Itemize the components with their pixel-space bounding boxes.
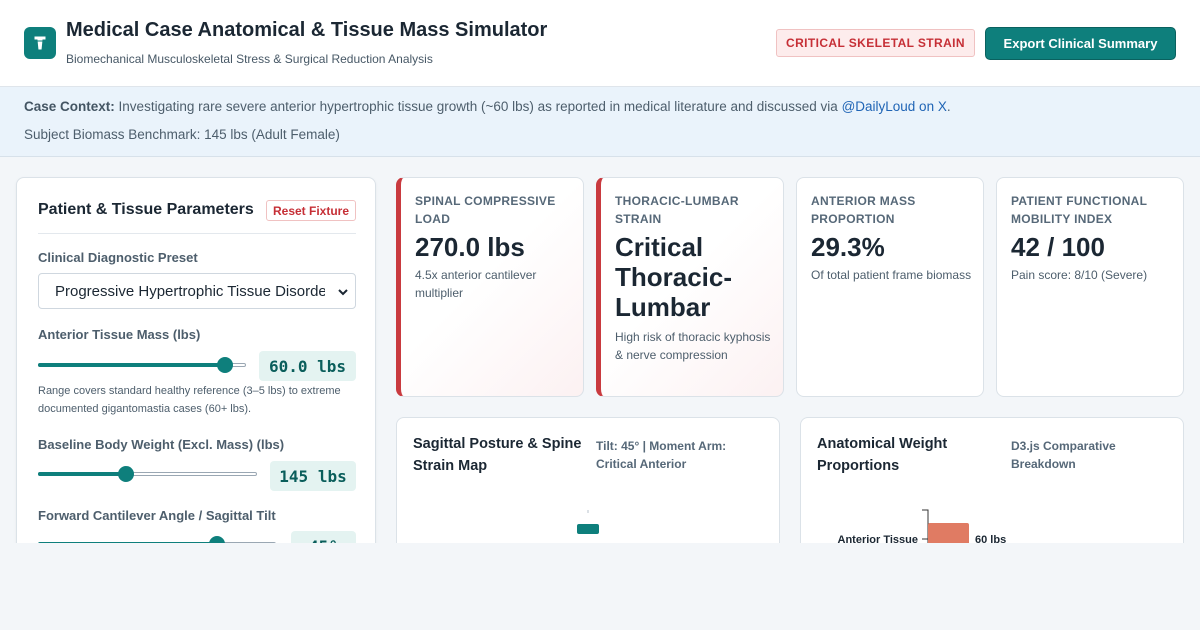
metric-note: 4.5x anterior cantilever multiplier xyxy=(415,268,537,300)
mass-hint: Range covers standard healthy reference … xyxy=(38,385,341,415)
tissue-bar xyxy=(928,523,969,543)
head-marker xyxy=(577,524,599,534)
preset-value: Progressive Hypertrophic Tissue Disorder… xyxy=(55,283,325,300)
app-subtitle: Biomechanical Musculoskeletal Stress & S… xyxy=(66,52,433,66)
source-link[interactable]: @DailyLoud on X xyxy=(842,99,947,114)
slider-thumb[interactable] xyxy=(209,536,225,543)
metric-card-strain: THORACIC-LUMBAR STRAIN Critical Thoracic… xyxy=(596,177,784,397)
metric-card-mass-proportion: ANTERIOR MASS PROPORTION 29.3% Of total … xyxy=(796,177,984,397)
metric-note: Pain score: 8/10 (Severe) xyxy=(1011,268,1148,282)
tooth-icon xyxy=(24,27,56,59)
slider-thumb[interactable] xyxy=(118,466,134,482)
case-context-end: . xyxy=(946,99,951,114)
biomass-benchmark: Subject Biomass Benchmark: 145 lbs (Adul… xyxy=(24,127,340,142)
slider-fill xyxy=(38,542,217,543)
metric-value: 29.3% xyxy=(811,232,885,262)
proportions-chart: Anterior Tissue 60 lbs xyxy=(838,509,1006,543)
app-header: Medical Case Anatomical & Tissue Mass Si… xyxy=(0,0,1200,87)
metric-label: ANTERIOR MASS PROPORTION xyxy=(811,194,916,226)
posture-map-card: Sagittal Posture & Spine Strain Map Tilt… xyxy=(396,417,780,543)
tilt-label: Forward Cantilever Angle / Sagittal Tilt xyxy=(38,508,276,523)
tilt-slider[interactable] xyxy=(38,536,276,543)
posture-figure xyxy=(577,510,599,534)
metric-label: SPINAL COMPRESSIVE LOAD xyxy=(415,194,556,226)
panel-title: Patient & Tissue Parameters xyxy=(38,201,254,218)
bar-label: Anterior Tissue xyxy=(838,534,919,543)
preset-label: Clinical Diagnostic Preset xyxy=(38,250,198,265)
case-context-body: Investigating rare severe anterior hyper… xyxy=(118,99,838,114)
metric-note: High risk of thoracic kyphosis & nerve c… xyxy=(615,330,771,362)
weight-slider[interactable] xyxy=(38,466,257,482)
weight-label: Baseline Body Weight (Excl. Mass) (lbs) xyxy=(38,437,285,452)
main-content: Patient & Tissue Parameters Reset Fixtur… xyxy=(0,157,1200,543)
status-badge: CRITICAL SKELETAL STRAIN xyxy=(776,29,975,57)
case-context-text: Case Context: Investigating rare severe … xyxy=(24,99,951,114)
metric-label: THORACIC-LUMBAR STRAIN xyxy=(615,194,739,226)
bar-value-label: 60 lbs xyxy=(975,534,1006,543)
metric-value: 270.0 lbs xyxy=(415,232,525,262)
case-context-banner: Case Context: Investigating rare severe … xyxy=(0,87,1200,157)
proportions-card: Anatomical Weight Proportions D3.js Comp… xyxy=(800,417,1184,543)
axis-tick xyxy=(922,509,929,543)
metric-value: 42 / 100 xyxy=(1011,232,1105,262)
mass-label: Anterior Tissue Mass (lbs) xyxy=(38,327,201,342)
mass-slider[interactable] xyxy=(38,357,246,373)
metric-value: Critical Thoracic-Lumbar xyxy=(615,232,733,322)
metric-card-spinal-load: SPINAL COMPRESSIVE LOAD 270.0 lbs 4.5x a… xyxy=(396,177,584,397)
metric-note: Of total patient frame biomass xyxy=(811,268,972,282)
panel-divider xyxy=(38,233,356,234)
chevron-down-icon xyxy=(337,285,349,303)
metric-label: PATIENT FUNCTIONAL MOBILITY INDEX xyxy=(1011,194,1148,226)
slider-fill xyxy=(38,472,126,476)
slider-thumb[interactable] xyxy=(217,357,233,373)
metric-card-mobility: PATIENT FUNCTIONAL MOBILITY INDEX 42 / 1… xyxy=(996,177,1184,397)
tilt-value: 45° xyxy=(291,531,356,543)
weight-value: 145 lbs xyxy=(270,461,356,491)
parameters-panel: Patient & Tissue Parameters Reset Fixtur… xyxy=(16,177,376,543)
export-summary-button[interactable]: Export Clinical Summary xyxy=(985,27,1176,60)
reset-fixture-button[interactable]: Reset Fixture xyxy=(266,200,356,221)
case-context-lead: Case Context: xyxy=(24,99,115,114)
slider-fill xyxy=(38,363,225,367)
mass-value: 60.0 lbs xyxy=(259,351,356,381)
diagnostic-preset-select[interactable]: Progressive Hypertrophic Tissue Disorder… xyxy=(38,273,356,309)
app-title: Medical Case Anatomical & Tissue Mass Si… xyxy=(66,19,548,41)
